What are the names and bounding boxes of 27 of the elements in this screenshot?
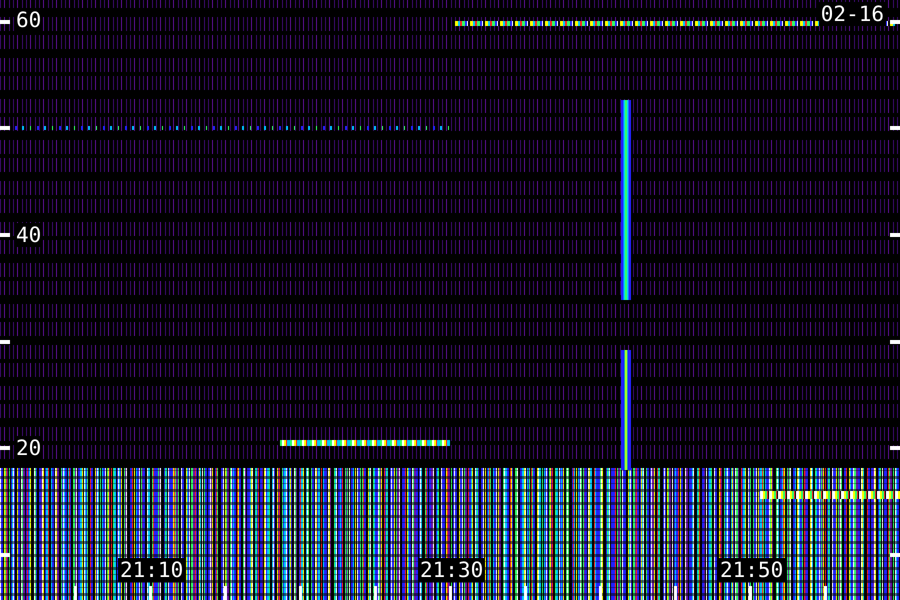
- tick-mark: [0, 446, 10, 450]
- time-label: 21:30: [418, 558, 486, 582]
- time-label: 21:50: [718, 558, 786, 582]
- tick-mark: [890, 233, 900, 237]
- tick-mark: [890, 20, 900, 24]
- tick-mark: [890, 340, 900, 344]
- tick-mark: [890, 446, 900, 450]
- tick-mark: [0, 553, 10, 557]
- tick-mark: [449, 586, 452, 600]
- tick-mark: [224, 586, 227, 600]
- tick-mark: [0, 233, 10, 237]
- tick-mark: [890, 126, 900, 130]
- tick-mark: [0, 126, 10, 130]
- tick-mark: [0, 20, 10, 24]
- tick-mark: [299, 586, 302, 600]
- tick-mark: [674, 586, 677, 600]
- time-label: 21:10: [118, 558, 186, 582]
- tick-mark: [149, 586, 152, 600]
- date-label: 02-16: [818, 2, 886, 26]
- tick-mark: [374, 586, 377, 600]
- tick-mark: [749, 586, 752, 600]
- tick-mark: [599, 586, 602, 600]
- tick-mark: [74, 586, 77, 600]
- tick-mark: [524, 586, 527, 600]
- tick-mark: [0, 340, 10, 344]
- tick-mark: [824, 586, 827, 600]
- tick-mark: [890, 553, 900, 557]
